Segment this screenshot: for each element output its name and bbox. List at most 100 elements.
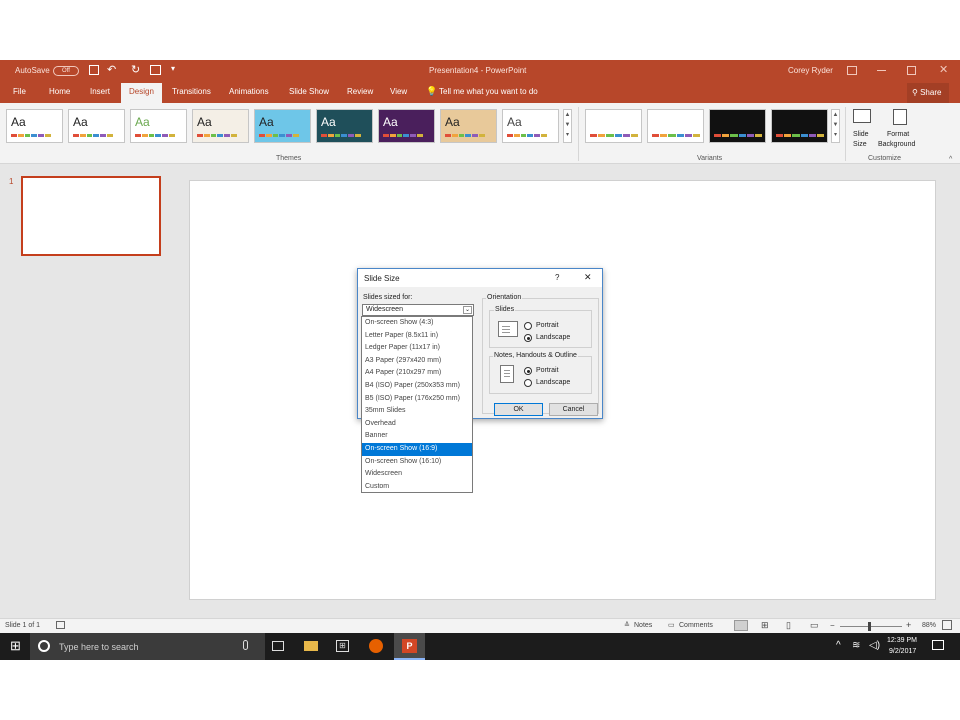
- clock-time[interactable]: 12:39 PM: [887, 637, 917, 644]
- theme-thumbnail[interactable]: Aa: [378, 109, 435, 143]
- theme-thumbnail[interactable]: Aa: [254, 109, 311, 143]
- windows-start-icon[interactable]: ⊞: [10, 639, 21, 653]
- ribbon-tabs: File Home Insert Design Transitions Anim…: [0, 82, 960, 103]
- spell-check-icon[interactable]: [56, 621, 65, 629]
- notes-button[interactable]: Notes: [634, 622, 652, 629]
- slide-size-option[interactable]: On-screen Show (16:10): [362, 456, 472, 469]
- tab-review[interactable]: Review: [347, 87, 373, 96]
- theme-thumbnail[interactable]: Aa: [130, 109, 187, 143]
- wifi-icon[interactable]: ≋: [852, 640, 860, 651]
- zoom-slider[interactable]: [840, 626, 902, 627]
- variant-thumbnail[interactable]: [771, 109, 828, 143]
- redo-icon[interactable]: ↻: [131, 63, 140, 76]
- collapse-ribbon-icon[interactable]: ^: [949, 156, 952, 163]
- comments-icon: ▭: [668, 622, 675, 629]
- tab-design[interactable]: Design: [121, 83, 162, 103]
- themes-scroll-icon[interactable]: ▲ ▼ ▾: [563, 109, 572, 143]
- variant-thumbnail[interactable]: [585, 109, 642, 143]
- theme-sample-text: Aa: [445, 115, 460, 129]
- sized-for-select[interactable]: Widescreen ⌄: [362, 304, 474, 316]
- cancel-button[interactable]: Cancel: [549, 403, 598, 416]
- variant-thumbnail[interactable]: [709, 109, 766, 143]
- slides-portrait-label: Portrait: [536, 322, 559, 329]
- tab-transitions[interactable]: Transitions: [172, 87, 211, 96]
- close-window-icon[interactable]: ✕: [939, 63, 948, 76]
- present-from-beginning-icon[interactable]: [150, 65, 161, 75]
- notes-portrait-radio[interactable]: [524, 367, 532, 375]
- fit-to-window-icon[interactable]: [942, 620, 952, 630]
- slide-sorter-icon[interactable]: ⊞: [761, 620, 769, 631]
- zoom-slider-thumb[interactable]: [868, 622, 871, 631]
- variants-scroll-icon[interactable]: ▲ ▼ ▾: [831, 109, 840, 143]
- comments-button[interactable]: Comments: [679, 622, 713, 629]
- theme-thumbnail[interactable]: Aa: [502, 109, 559, 143]
- slide-size-option[interactable]: Ledger Paper (11x17 in): [362, 342, 472, 355]
- reading-view-icon[interactable]: ▯: [786, 620, 791, 631]
- theme-thumbnail[interactable]: Aa: [6, 109, 63, 143]
- ribbon-display-options-icon[interactable]: [847, 66, 857, 75]
- minimize-icon[interactable]: [877, 70, 886, 71]
- taskbar-search-box[interactable]: Type here to search: [30, 633, 265, 660]
- slide-size-option[interactable]: Banner: [362, 430, 472, 443]
- thumbnail-pane: 1: [0, 164, 175, 618]
- title-bar: AutoSave Off ↶ ↻ ▾ Presentation4 - Power…: [0, 60, 960, 82]
- slide-show-icon[interactable]: ▭: [810, 620, 819, 631]
- theme-thumbnail[interactable]: Aa: [440, 109, 497, 143]
- zoom-in-icon[interactable]: +: [906, 620, 911, 630]
- autosave-toggle[interactable]: Off: [53, 66, 79, 76]
- tab-file[interactable]: File: [13, 87, 26, 96]
- notes-landscape-radio[interactable]: [524, 379, 532, 387]
- tab-home[interactable]: Home: [49, 87, 70, 96]
- slide-size-option[interactable]: A3 Paper (297x420 mm): [362, 355, 472, 368]
- file-explorer-icon[interactable]: [304, 641, 318, 651]
- tab-animations[interactable]: Animations: [229, 87, 269, 96]
- theme-thumbnail[interactable]: Aa: [316, 109, 373, 143]
- zoom-out-icon[interactable]: −: [830, 621, 835, 630]
- slide-size-option[interactable]: Custom: [362, 481, 472, 494]
- ok-button[interactable]: OK: [494, 403, 543, 416]
- slides-portrait-radio[interactable]: [524, 322, 532, 330]
- volume-icon[interactable]: ◁): [869, 640, 880, 651]
- tab-insert[interactable]: Insert: [90, 87, 110, 96]
- clock-date[interactable]: 9/2/2017: [889, 648, 916, 655]
- variant-thumbnail[interactable]: [647, 109, 704, 143]
- save-icon[interactable]: [89, 65, 99, 75]
- slide-size-option[interactable]: On-screen Show (16:9): [362, 443, 472, 456]
- customize-qat-icon[interactable]: ▾: [171, 64, 175, 73]
- close-dialog-icon[interactable]: ✕: [584, 272, 592, 283]
- slide-size-option[interactable]: B4 (ISO) Paper (250x353 mm): [362, 380, 472, 393]
- store-icon[interactable]: ⊞: [336, 640, 349, 652]
- slide-size-option[interactable]: 35mm Slides: [362, 405, 472, 418]
- powerpoint-taskbar-button[interactable]: P: [394, 633, 425, 660]
- slide-size-option[interactable]: B5 (ISO) Paper (176x250 mm): [362, 393, 472, 406]
- tab-slide-show[interactable]: Slide Show: [289, 87, 329, 96]
- tell-me-box[interactable]: Tell me what you want to do: [439, 87, 538, 96]
- slide-size-label-2: Size: [853, 141, 867, 148]
- undo-icon[interactable]: ↶: [107, 63, 116, 76]
- user-name[interactable]: Corey Ryder: [788, 66, 833, 75]
- normal-view-icon[interactable]: [734, 620, 748, 631]
- format-background-button[interactable]: Format Background: [877, 107, 923, 153]
- slide-size-option[interactable]: Overhead: [362, 418, 472, 431]
- help-icon[interactable]: ?: [555, 273, 559, 282]
- theme-thumbnail[interactable]: Aa: [192, 109, 249, 143]
- microphone-icon[interactable]: [243, 640, 248, 650]
- slide-size-button[interactable]: Slide Size: [848, 107, 876, 153]
- action-center-icon[interactable]: [932, 640, 944, 650]
- slide-size-option[interactable]: A4 Paper (210x297 mm): [362, 367, 472, 380]
- share-button[interactable]: ⚲ Share: [907, 83, 949, 103]
- firefox-icon[interactable]: [369, 639, 383, 653]
- tab-view[interactable]: View: [390, 87, 407, 96]
- zoom-level[interactable]: 88%: [922, 622, 936, 629]
- slide-thumbnail[interactable]: [21, 176, 161, 256]
- chevron-down-icon[interactable]: ⌄: [463, 306, 472, 314]
- slides-landscape-radio[interactable]: [524, 334, 532, 342]
- slide-size-option[interactable]: Letter Paper (8.5x11 in): [362, 330, 472, 343]
- maximize-icon[interactable]: [907, 66, 916, 75]
- task-view-icon[interactable]: [272, 641, 284, 651]
- slide-size-option[interactable]: Widescreen: [362, 468, 472, 481]
- group-divider: [578, 107, 579, 161]
- show-hidden-icons-icon[interactable]: ^: [836, 640, 841, 651]
- theme-thumbnail[interactable]: Aa: [68, 109, 125, 143]
- slide-size-option[interactable]: On-screen Show (4:3): [362, 317, 472, 330]
